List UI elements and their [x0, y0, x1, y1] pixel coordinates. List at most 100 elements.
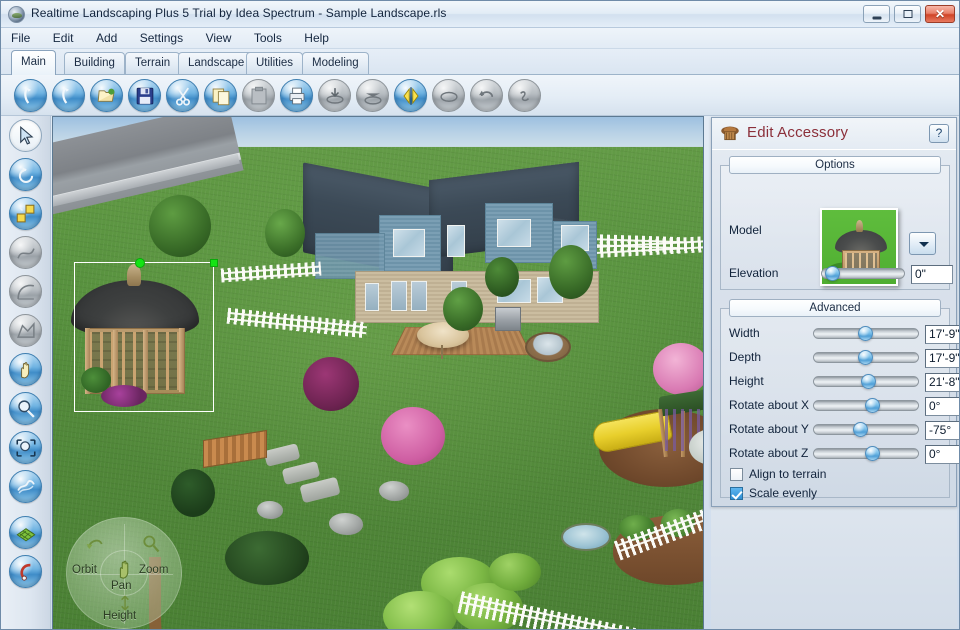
- width-label: Width: [729, 326, 760, 340]
- scale-evenly-checkbox[interactable]: [730, 487, 743, 500]
- new-file-button[interactable]: [14, 79, 47, 112]
- rotate-y-slider-thumb[interactable]: [853, 422, 868, 437]
- cut-button[interactable]: [166, 79, 199, 112]
- zoom-window-button[interactable]: [9, 431, 42, 464]
- 3d-landscape-view[interactable]: Orbit Zoom Pan Height: [52, 116, 704, 629]
- menu-edit[interactable]: Edit: [45, 28, 82, 48]
- grid-button[interactable]: [9, 516, 42, 549]
- cut-icon: [175, 87, 190, 106]
- tab-terrain[interactable]: Terrain: [125, 52, 181, 75]
- nav-label-pan[interactable]: Pan: [111, 580, 131, 592]
- width-slider[interactable]: [813, 326, 919, 341]
- panel-background-filler: [711, 507, 957, 629]
- menu-help[interactable]: Help: [296, 28, 337, 48]
- copy-button[interactable]: [204, 79, 237, 112]
- print-button[interactable]: [280, 79, 313, 112]
- group-button[interactable]: [432, 79, 465, 112]
- scale-evenly-label[interactable]: Scale evenly: [749, 486, 817, 500]
- depth-slider[interactable]: [813, 350, 919, 365]
- draw-arc-button[interactable]: [9, 275, 42, 308]
- rotate-z-slider-thumb[interactable]: [865, 446, 880, 461]
- elevation-slider[interactable]: [821, 266, 905, 281]
- width-slider-thumb[interactable]: [858, 326, 873, 341]
- align-to-terrain-checkbox[interactable]: [730, 468, 743, 481]
- rotate-x-slider-thumb[interactable]: [865, 398, 880, 413]
- rotate-x-slider[interactable]: [813, 398, 919, 413]
- elevation-slider-thumb[interactable]: [825, 266, 840, 281]
- bring-forward-button[interactable]: [356, 79, 389, 112]
- elevation-value[interactable]: 0": [911, 265, 953, 284]
- undo-button[interactable]: [470, 79, 503, 112]
- selection-handle-corner[interactable]: [210, 259, 218, 267]
- menu-bar: File Edit Add Settings View Tools Help: [1, 28, 959, 49]
- menu-view[interactable]: View: [198, 28, 240, 48]
- mirror-button[interactable]: [394, 79, 427, 112]
- nav-label-zoom[interactable]: Zoom: [139, 564, 168, 576]
- redo-button[interactable]: [508, 79, 541, 112]
- tab-modeling[interactable]: Modeling: [302, 52, 369, 75]
- rotate-z-slider[interactable]: [813, 446, 919, 461]
- maximize-icon: [903, 10, 912, 18]
- magnifier-button[interactable]: [9, 392, 42, 425]
- draw-arc-icon: [16, 284, 34, 300]
- menu-add[interactable]: Add: [88, 28, 125, 48]
- open-folder-icon: [97, 88, 115, 102]
- draw-polygon-icon: [16, 321, 35, 338]
- garden-pond: [561, 523, 611, 551]
- tab-landscape[interactable]: Landscape: [178, 52, 255, 75]
- bring-forward-icon: [363, 92, 382, 105]
- draw-polygon-button[interactable]: [9, 314, 42, 347]
- depth-value[interactable]: 17'-9": [925, 349, 959, 368]
- edit-accessory-panel: Edit Accessory ? Options Model Elevation…: [711, 117, 959, 507]
- save-button[interactable]: [128, 79, 161, 112]
- menu-tools[interactable]: Tools: [246, 28, 290, 48]
- tree-flowering-pink: [381, 407, 445, 465]
- send-backward-button[interactable]: [318, 79, 351, 112]
- depth-slider-thumb[interactable]: [858, 350, 873, 365]
- select-arrow-button[interactable]: [9, 119, 42, 152]
- minimize-button[interactable]: [863, 5, 890, 23]
- rotate-y-value[interactable]: -75°: [925, 421, 959, 440]
- window-upper-2: [447, 225, 465, 257]
- rotate-x-value[interactable]: 0°: [925, 397, 959, 416]
- tree-purple-leaf: [303, 357, 359, 411]
- rotate-y-slider[interactable]: [813, 422, 919, 437]
- draw-curve-button[interactable]: [9, 236, 42, 269]
- rotate-button[interactable]: [9, 158, 42, 191]
- open-recent-icon: [61, 86, 69, 104]
- height-slider[interactable]: [813, 374, 919, 389]
- height-value[interactable]: 21'-8": [925, 373, 959, 392]
- tree-right-of-house: [549, 245, 593, 299]
- tab-utilities[interactable]: Utilities: [246, 52, 304, 75]
- height-slider-thumb[interactable]: [861, 374, 876, 389]
- menu-settings[interactable]: Settings: [132, 28, 191, 48]
- help-button[interactable]: ?: [929, 124, 949, 143]
- maximize-button[interactable]: [894, 5, 921, 23]
- nav-label-orbit[interactable]: Orbit: [72, 564, 97, 576]
- nav-label-height[interactable]: Height: [103, 610, 136, 622]
- copy-object-button[interactable]: [9, 197, 42, 230]
- zoom-extents-button[interactable]: [9, 470, 42, 503]
- rotate-z-value[interactable]: 0°: [925, 445, 959, 464]
- align-to-terrain-label[interactable]: Align to terrain: [749, 467, 826, 481]
- send-backward-icon: [325, 87, 344, 104]
- paste-button[interactable]: [242, 79, 275, 112]
- tab-building[interactable]: Building: [64, 52, 125, 75]
- width-value[interactable]: 17'-9": [925, 325, 959, 344]
- selection-handle-rotate[interactable]: [135, 258, 145, 268]
- accessory-icon: [721, 126, 739, 141]
- tab-main[interactable]: Main: [11, 50, 56, 75]
- window-title: Realtime Landscaping Plus 5 Trial by Ide…: [31, 6, 447, 20]
- tree-mid-right: [443, 287, 483, 331]
- open-folder-button[interactable]: [90, 79, 123, 112]
- model-dropdown-button[interactable]: [909, 232, 936, 255]
- open-recent-button[interactable]: [52, 79, 85, 112]
- camera-path-button[interactable]: [9, 555, 42, 588]
- hand-pan-button[interactable]: [9, 353, 42, 386]
- close-button[interactable]: ✕: [925, 5, 955, 23]
- navigation-widget[interactable]: Orbit Zoom Pan Height: [66, 517, 182, 629]
- menu-file[interactable]: File: [3, 28, 38, 48]
- app-globe-icon: [8, 6, 25, 23]
- thumbnail-gazebo-finial: [856, 220, 863, 232]
- conifer-left: [171, 469, 215, 517]
